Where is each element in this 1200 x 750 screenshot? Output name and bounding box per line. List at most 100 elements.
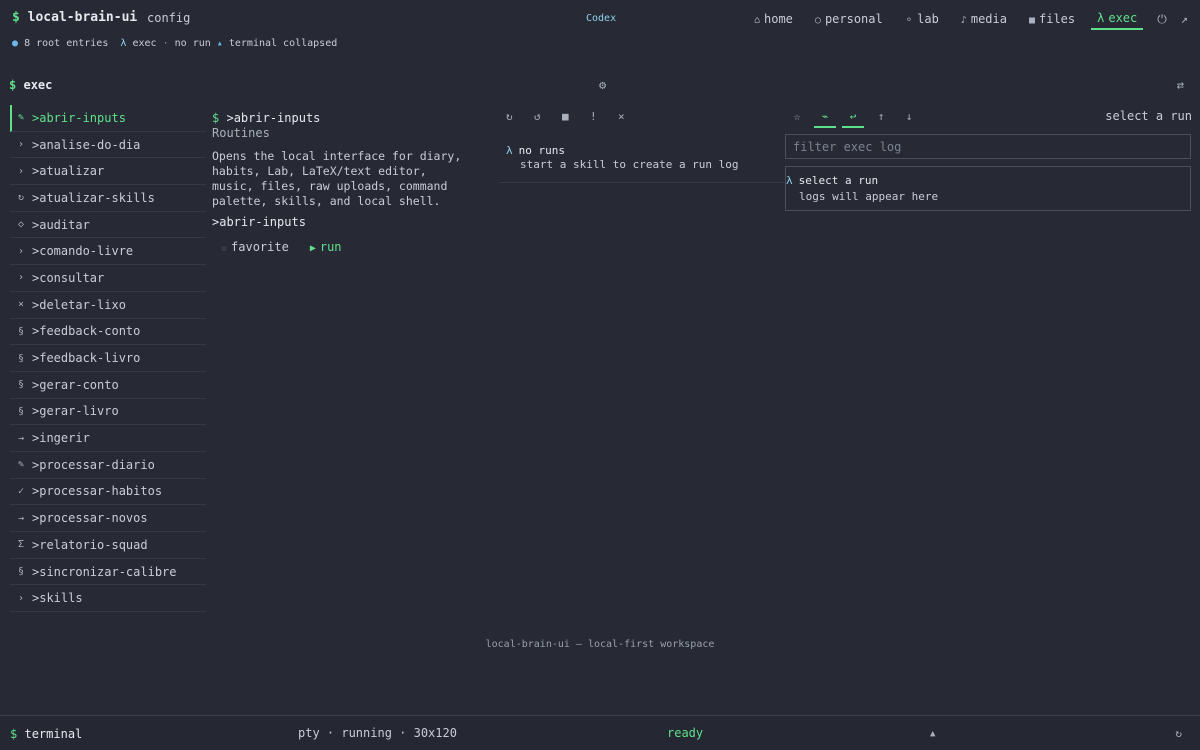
music-note-icon: ♪ <box>960 15 967 26</box>
play-icon: ▶ <box>309 243 316 254</box>
lambda-icon: λ <box>786 174 793 187</box>
terminal-info: pty · running · 30x120 <box>298 726 457 740</box>
popout-icon[interactable]: ↗ <box>1181 12 1188 26</box>
sidebar-item-processar-novos[interactable]: → >processar-novos <box>10 505 206 532</box>
terminal-title: $ terminal <box>10 727 82 741</box>
section-icon: § <box>18 352 25 364</box>
nav-personal[interactable]: ○ personal <box>809 9 889 29</box>
log-toolbar: ☆ ⌁ ↩ ↑ ↓ select a run <box>786 108 1192 128</box>
detail-title-label: >abrir-inputs <box>226 111 321 125</box>
sidebar-item-processar-diario[interactable]: ✎ >processar-diario <box>10 452 206 479</box>
return-icon[interactable]: ↩ <box>842 110 864 128</box>
nav-lab[interactable]: ⚬ lab <box>899 9 945 29</box>
triangle-up-icon: ▴ <box>216 38 223 49</box>
star-icon[interactable]: ☆ <box>786 110 808 123</box>
terminal-title-label: terminal <box>24 727 83 741</box>
sidebar-item-ingerir[interactable]: → >ingerir <box>10 425 206 452</box>
sidebar-item-deletar-lixo[interactable]: × >deletar-lixo <box>10 292 206 319</box>
sidebar-item-feedback-conto[interactable]: § >feedback-conto <box>10 319 206 346</box>
sidebar-item-relatorio-squad[interactable]: Σ >relatorio-squad <box>10 532 206 559</box>
log-empty-hint: logs will appear here <box>799 190 939 203</box>
sidebar-item-label: >abrir-inputs <box>32 110 126 125</box>
sidebar-item-analise-do-dia[interactable]: › >analise-do-dia <box>10 132 206 159</box>
config-link[interactable]: config <box>147 11 190 25</box>
nav-label: home <box>764 12 793 26</box>
expand-icon[interactable]: ▲ <box>930 729 935 739</box>
lambda-icon: λ <box>120 38 127 49</box>
brand-prompt: $ <box>12 10 20 25</box>
footer-note: local-brain-ui — local-first workspace <box>485 639 715 650</box>
sidebar-item-comando-livre[interactable]: › >comando-livre <box>10 238 206 266</box>
detail-category: Routines <box>212 126 270 140</box>
alert-icon[interactable]: ! <box>590 110 618 123</box>
close-icon: × <box>18 299 25 311</box>
sidebar-item-abrir-inputs[interactable]: ✎ >abrir-inputs <box>10 105 206 132</box>
engine-tag: Codex <box>586 13 617 24</box>
log-output: λ select a run logs will appear here <box>785 166 1191 211</box>
run-state: no run <box>174 38 211 49</box>
nav-files[interactable]: ■ files <box>1023 9 1081 29</box>
sidebar-item-label: >processar-habitos <box>32 484 163 499</box>
circle-icon: ○ <box>814 15 821 26</box>
wrap-icon[interactable]: ⌁ <box>814 110 836 128</box>
sidebar-item-label: >analise-do-dia <box>32 137 141 152</box>
arrow-right-icon: → <box>18 432 25 444</box>
rerun-icon[interactable]: ↺ <box>534 110 562 123</box>
skill-detail: $ >abrir-inputs Routines Opens the local… <box>212 111 492 254</box>
top-bar: $ local-brain-ui config Codex ⌂ home ○ per… <box>0 0 1200 49</box>
nav-home[interactable]: ⌂ home <box>748 9 799 29</box>
sidebar-item-atualizar[interactable]: › >atualizar <box>10 158 206 186</box>
flask-icon: ⚬ <box>904 15 914 26</box>
arrow-up-icon[interactable]: ↑ <box>870 110 892 123</box>
run-label: run <box>319 240 342 254</box>
runs-empty-hint: start a skill to create a run log <box>520 158 739 171</box>
square-icon: ■ <box>1028 15 1035 26</box>
arrow-down-icon[interactable]: ↓ <box>898 110 920 123</box>
prompt-symbol: $ <box>212 111 220 125</box>
swap-icon[interactable]: ⇄ <box>1177 78 1184 92</box>
skills-sidebar: ✎ >abrir-inputs › >analise-do-dia › >atuali… <box>10 105 206 613</box>
sidebar-item-label: >feedback-livro <box>32 351 141 366</box>
close-icon[interactable]: × <box>618 110 646 123</box>
nav-label: lab <box>917 12 939 26</box>
refresh-icon[interactable]: ↻ <box>506 110 534 123</box>
page-title: $ exec <box>9 78 52 92</box>
sidebar-item-label: >processar-diario <box>32 457 155 472</box>
sidebar-item-label: >atualizar-skills <box>32 190 155 205</box>
refresh-icon[interactable]: ↻ <box>1175 727 1182 740</box>
nav-label: media <box>970 12 1007 26</box>
sidebar-item-label: >feedback-conto <box>32 324 141 339</box>
section-icon: § <box>18 566 25 578</box>
sidebar-item-gerar-livro[interactable]: § >gerar-livro <box>10 399 206 426</box>
sidebar-item-skills[interactable]: › >skills <box>10 585 206 613</box>
nav-media[interactable]: ♪ media <box>955 9 1013 29</box>
sidebar-item-consultar[interactable]: › >consultar <box>10 265 206 292</box>
log-empty-label: select a run <box>798 174 879 187</box>
sigma-icon: Σ <box>18 539 25 551</box>
section-icon: § <box>18 405 25 417</box>
status-line: ● 8 root entries λ exec · no run ▴ termi… <box>12 38 337 49</box>
sidebar-item-sincronizar-calibre[interactable]: § >sincronizar-calibre <box>10 559 206 586</box>
brand-name: local-brain-ui <box>27 10 138 25</box>
power-icon[interactable]: ⏻ <box>1157 12 1167 27</box>
settings-gear-icon[interactable]: ⚙ <box>599 78 606 92</box>
runs-empty-label: no runs <box>518 144 565 157</box>
stop-icon[interactable]: ■ <box>562 110 590 123</box>
log-filter-input[interactable] <box>785 134 1191 159</box>
nav-exec[interactable]: λ exec <box>1091 8 1144 30</box>
sidebar-item-atualizar-skills[interactable]: ↻ >atualizar-skills <box>10 185 206 212</box>
sidebar-item-feedback-livro[interactable]: § >feedback-livro <box>10 345 206 372</box>
favorite-button[interactable]: ☆ favorite <box>221 240 289 254</box>
terminal-bar[interactable]: $ terminal pty · running · 30x120 ready … <box>0 715 1200 750</box>
sidebar-item-label: >sincronizar-calibre <box>32 564 177 579</box>
detail-command: >abrir-inputs <box>212 215 306 229</box>
brand[interactable]: $ local-brain-ui <box>12 10 137 25</box>
sidebar-item-label: >relatorio-squad <box>32 537 148 552</box>
run-button[interactable]: ▶ run <box>310 240 342 254</box>
sidebar-item-label: >gerar-conto <box>32 377 119 392</box>
sidebar-item-auditar[interactable]: ◇ >auditar <box>10 212 206 239</box>
sidebar-item-processar-habitos[interactable]: ✓ >processar-habitos <box>10 479 206 506</box>
sidebar-item-label: >processar-novos <box>32 511 148 526</box>
pencil-icon: ✎ <box>18 112 25 124</box>
sidebar-item-gerar-conto[interactable]: § >gerar-conto <box>10 372 206 399</box>
